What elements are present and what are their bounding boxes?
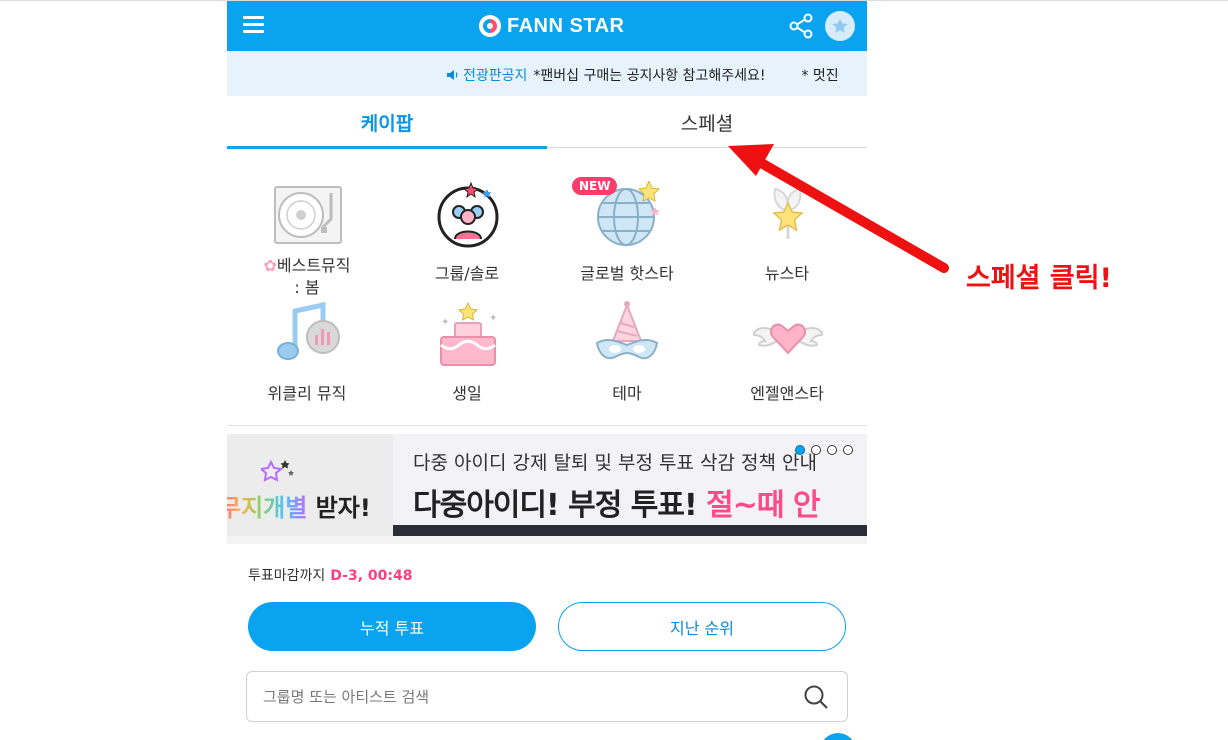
banner-left-text: 무지개별 받자! — [227, 488, 371, 523]
section-divider — [227, 425, 867, 426]
category-global-hotstar[interactable]: NEW 글로벌 핫스타 — [547, 177, 707, 301]
search-icon[interactable] — [803, 684, 829, 710]
notice-text: *팬버십 구매는 공지사항 참고해주세요! — [533, 68, 766, 84]
banner-stripe — [393, 525, 867, 536]
sprout-star-icon — [772, 187, 804, 239]
category-label: 생일 — [452, 384, 482, 403]
category-label: 테마 — [612, 384, 642, 403]
menu-icon[interactable] — [243, 16, 264, 34]
pagination-dot[interactable] — [795, 445, 805, 455]
category-group-solo[interactable]: 그룹/솔로 — [387, 181, 547, 301]
share-icon[interactable] — [788, 13, 814, 39]
search-input[interactable] — [261, 684, 785, 710]
pagination-dot[interactable] — [811, 445, 821, 455]
rainbow-star-icon — [261, 459, 294, 482]
category-label: 글로벌 핫스타 — [580, 264, 674, 283]
group-icon — [437, 181, 499, 248]
banner-subtitle: 다중 아이디 강제 탈퇴 및 부정 투표 삭감 정책 안내 — [413, 452, 817, 474]
app-logo[interactable]: FANN STAR — [479, 11, 624, 41]
category-label: 엔젤앤스타 — [750, 384, 824, 403]
svg-text:✦: ✦ — [441, 317, 449, 328]
app-header: FANN STAR — [227, 1, 867, 51]
notice-ticker[interactable]: 전광판공지 *팬버십 구매는 공지사항 참고해주세요! * 멋진 — [227, 51, 867, 96]
promo-banner[interactable]: 무지개별 받자! 다중 아이디 강제 탈퇴 및 부정 투표 삭감 정책 안내 다… — [227, 434, 867, 536]
floating-action-button[interactable] — [820, 733, 856, 740]
tab-kpop[interactable]: 케이팝 — [227, 97, 547, 149]
deadline-label: 투표마감까지 — [248, 568, 326, 584]
category-angel-star[interactable]: 엔젤앤스타 — [707, 301, 867, 421]
cumulative-vote-button[interactable]: 누적 투표 — [248, 602, 536, 651]
category-label: 뉴스타 — [764, 264, 810, 283]
category-best-music[interactable]: ✿베스트뮤직 : 봄 — [227, 181, 387, 301]
speaker-icon — [447, 70, 458, 80]
svg-text:✦: ✦ — [489, 313, 497, 324]
banner-pagination — [795, 445, 859, 455]
star-icon — [832, 18, 848, 33]
deadline-value: D-3, 00:48 — [330, 568, 413, 584]
logo-text: FANN STAR — [507, 14, 625, 37]
cake-icon: ✦ ✦ — [440, 301, 497, 366]
notice-next-text: * 멋진 — [801, 68, 839, 84]
search-box — [246, 671, 848, 722]
past-ranking-button[interactable]: 지난 순위 — [558, 602, 846, 651]
mobile-app-frame: FANN STAR 전광판공지 *팬버십 구매는 공지사항 참고해주세요! * … — [227, 1, 867, 740]
party-mask-icon — [595, 301, 659, 360]
category-label: ✿베스트뮤직 : 봄 — [263, 256, 351, 297]
pagination-dot[interactable] — [843, 445, 853, 455]
vote-deadline: 투표마감까지 D-3, 00:48 — [248, 565, 412, 585]
banner-headline: 다중아이디! 부정 투표! 절~때 안 — [413, 488, 821, 523]
annotation-text: 스페셜 클릭! — [966, 263, 1112, 294]
section-gap — [227, 536, 867, 544]
main-tabs: 케이팝 스페셜 — [227, 97, 867, 149]
pagination-dot[interactable] — [827, 445, 837, 455]
logo-mark-icon — [479, 15, 501, 37]
notice-label: 전광판공지 — [463, 68, 528, 84]
winged-heart-icon — [753, 323, 823, 355]
favorite-star-button[interactable] — [825, 11, 855, 41]
new-badge: NEW — [572, 177, 618, 195]
turntable-icon — [274, 186, 342, 244]
tab-special[interactable]: 스페셜 — [547, 97, 867, 147]
category-birthday[interactable]: ✦ ✦ 생일 — [387, 301, 547, 421]
banner-left-image: 무지개별 받자! — [227, 434, 393, 536]
category-newstar[interactable]: 뉴스타 — [707, 181, 867, 301]
music-note-icon — [277, 301, 340, 360]
category-label: 위클리 뮤직 — [267, 384, 347, 403]
category-label: 그룹/솔로 — [434, 264, 500, 283]
category-theme[interactable]: 테마 — [547, 301, 707, 421]
category-weekly-music[interactable]: 위클리 뮤직 — [227, 301, 387, 421]
